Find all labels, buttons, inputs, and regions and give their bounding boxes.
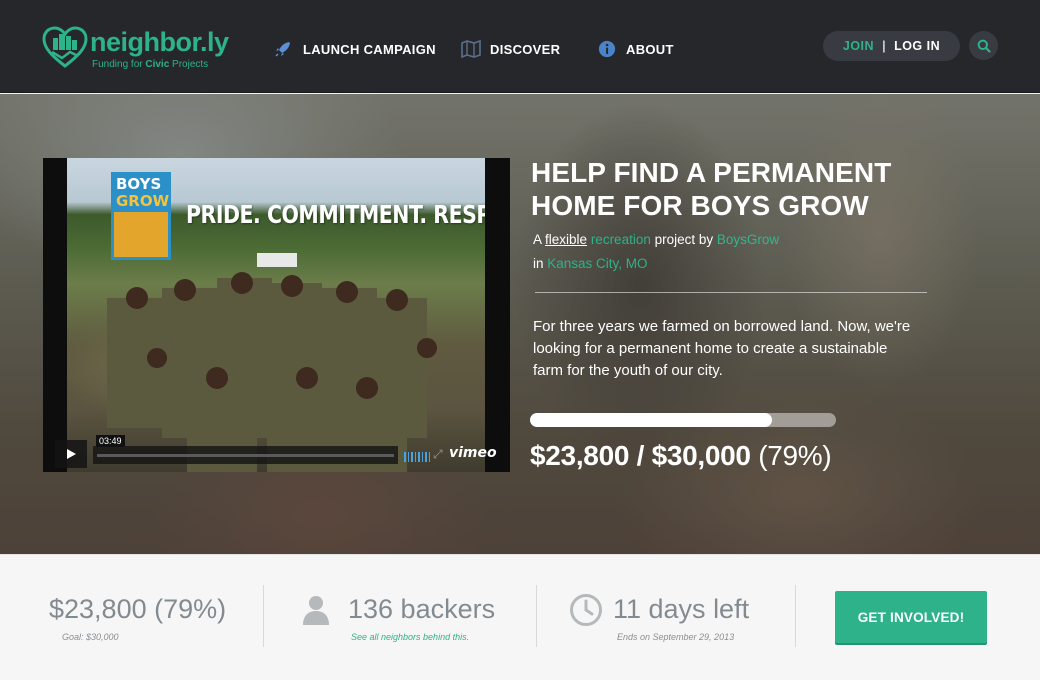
search-button[interactable] xyxy=(969,31,998,60)
video-slogan: PRIDE. COMMITMENT. RESPECT. xyxy=(186,200,485,229)
get-involved-button[interactable]: GET INVOLVED! xyxy=(835,591,987,643)
auth-separator: | xyxy=(882,39,887,53)
backers-stat: 136 backers xyxy=(348,594,496,624)
join-link[interactable]: JOIN xyxy=(843,39,874,53)
top-navbar: neighbor.ly Funding for Civic Projects L… xyxy=(0,0,1040,93)
volume-icon[interactable] xyxy=(404,446,430,462)
video-scrubber[interactable] xyxy=(93,446,398,464)
hero-funding-amount: $23,800 / $30,000 (79%) xyxy=(530,440,832,472)
login-link[interactable]: LOG IN xyxy=(894,39,940,53)
stats-bar: $23,800 (79%) Goal: $30,000 136 backers … xyxy=(0,554,1040,680)
project-hero: BOYS GROW PRIDE. COMMITMENT. RESPECT. 03… xyxy=(0,94,1040,554)
nav-about-label: ABOUT xyxy=(626,41,674,57)
video-time: 03:49 xyxy=(96,435,125,447)
search-icon xyxy=(977,39,991,53)
funding-type-link[interactable]: flexible xyxy=(545,232,587,247)
heart-city-logo-icon xyxy=(42,26,88,68)
project-title: HELP FIND A PERMANENT HOME FOR BOYS GROW xyxy=(531,157,892,221)
end-date-caption: Ends on September 29, 2013 xyxy=(617,632,735,642)
neighborly-logo[interactable]: neighbor.ly Funding for Civic Projects xyxy=(42,26,232,72)
auth-pill: JOIN | LOG IN xyxy=(823,31,960,61)
byline-a: A xyxy=(533,232,546,247)
fullscreen-icon[interactable]: ⤢ xyxy=(433,447,443,462)
rocket-icon xyxy=(275,42,290,57)
days-left-stat: 11 days left xyxy=(613,594,750,624)
video-controls: 03:49 ⤢ vimeo xyxy=(43,435,505,469)
project-summary: For three years we farmed on borrowed la… xyxy=(533,318,911,379)
logo-tagline: Funding for Civic Projects xyxy=(92,59,209,70)
owner-link[interactable]: BoysGrow xyxy=(717,232,779,247)
percent-funded: (79%) xyxy=(758,440,832,471)
map-icon xyxy=(461,40,481,58)
vimeo-logo[interactable]: vimeo xyxy=(449,445,497,461)
nav-discover[interactable]: DISCOVER xyxy=(461,40,560,58)
person-icon xyxy=(303,596,329,625)
stat-divider xyxy=(795,585,796,647)
badge-line1: BOYS xyxy=(116,175,162,193)
video-player[interactable]: BOYS GROW PRIDE. COMMITMENT. RESPECT. 03… xyxy=(43,158,510,472)
info-icon xyxy=(598,40,616,58)
nav-launch-label: LAUNCH CAMPAIGN xyxy=(303,41,436,57)
nav-about[interactable]: ABOUT xyxy=(597,40,674,58)
scrubber-track xyxy=(97,454,394,457)
badge-figures xyxy=(114,212,168,257)
goal-caption: Goal: $30,000 xyxy=(62,632,119,642)
nav-discover-label: DISCOVER xyxy=(490,41,561,57)
badge-line2: GROW xyxy=(116,192,170,210)
logo-wordmark: neighbor.ly xyxy=(90,27,229,57)
hero-divider xyxy=(535,292,927,293)
progress-fill xyxy=(530,413,772,427)
nav-launch-campaign[interactable]: LAUNCH CAMPAIGN xyxy=(274,40,436,58)
video-thumbnail-image xyxy=(107,253,437,472)
project-byline: A flexible recreation project by BoysGro… xyxy=(533,228,913,276)
pledged-amount: $23,800 xyxy=(530,440,630,471)
play-button[interactable] xyxy=(55,440,87,468)
goal-amount: $30,000 xyxy=(651,440,751,471)
byline-in: in xyxy=(533,256,548,271)
pledged-stat: $23,800 (79%) xyxy=(49,594,227,624)
stat-divider xyxy=(263,585,264,647)
funding-progress-bar xyxy=(530,413,836,427)
amount-separator: / xyxy=(629,440,652,471)
stat-divider xyxy=(536,585,537,647)
clock-icon xyxy=(570,594,602,626)
video-frame: BOYS GROW PRIDE. COMMITMENT. RESPECT. xyxy=(67,158,485,472)
boys-grow-badge: BOYS GROW xyxy=(111,172,171,260)
category-link[interactable]: recreation xyxy=(591,232,651,247)
see-all-backers-link[interactable]: See all neighbors behind this. xyxy=(351,632,469,642)
byline-project-by: project by xyxy=(650,232,717,247)
play-icon xyxy=(67,449,76,459)
location-link[interactable]: Kansas City, MO xyxy=(547,256,647,271)
